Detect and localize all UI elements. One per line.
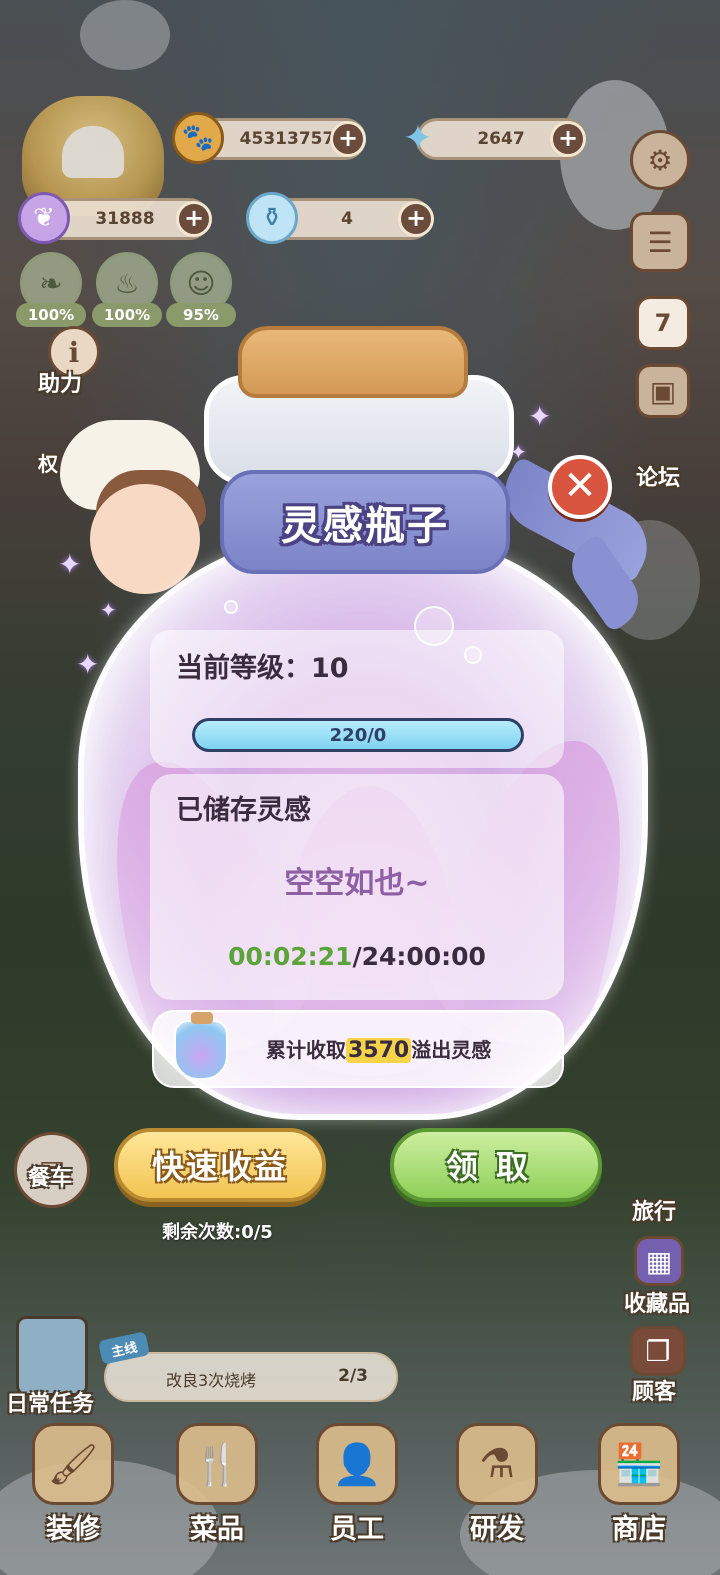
- claim-button[interactable]: 领取: [390, 1128, 602, 1202]
- customers-label[interactable]: 顾客: [632, 1374, 676, 1406]
- close-button[interactable]: ✕: [548, 455, 612, 519]
- nav-dishes-label: 菜品: [190, 1514, 244, 1545]
- assist-label[interactable]: 助力: [38, 366, 82, 398]
- level-panel: 当前等级：10 220/0: [150, 630, 564, 768]
- paw-coin-icon: 🐾: [172, 112, 224, 164]
- stored-inspiration-title: 已储存灵感: [176, 795, 311, 826]
- fast-earnings-button[interactable]: 快速收益: [114, 1128, 326, 1202]
- travel-label[interactable]: 旅行: [632, 1194, 676, 1226]
- remaining-count: 剩余次数:0/5: [162, 1222, 273, 1243]
- sparkle-icon: ✦: [76, 648, 100, 681]
- quest-progress: 2/3: [338, 1366, 368, 1386]
- staff-icon: 👤: [316, 1423, 398, 1505]
- cloche-stat-value: 100%: [92, 303, 162, 327]
- gem-amount: 2647: [477, 129, 525, 149]
- nav-research[interactable]: ⚗ 研发: [442, 1415, 552, 1565]
- inspiration-jar-icon: ⚱: [246, 192, 298, 244]
- research-icon: ⚗: [456, 1423, 538, 1505]
- overflow-collect-text: 累计收取3570 溢出灵感: [266, 1034, 491, 1063]
- timer-total: /24:00:00: [352, 942, 486, 971]
- collect-suffix: 溢出灵感: [411, 1038, 492, 1062]
- star-gem-icon: ✦: [402, 117, 434, 159]
- collect-amount: 3570: [346, 1038, 412, 1063]
- smile-stat-value: 95%: [166, 303, 236, 327]
- nav-staff-label: 员工: [330, 1514, 384, 1545]
- sparkle-icon: ✦: [528, 400, 552, 433]
- photo-frame-icon[interactable]: ▣: [636, 364, 690, 418]
- renovate-icon: 🖌: [32, 1423, 114, 1505]
- collect-prefix: 累计收取: [266, 1038, 346, 1062]
- collection-label[interactable]: 收藏品: [624, 1286, 690, 1318]
- add-feathers-button[interactable]: +: [176, 201, 212, 237]
- overflow-jar-icon: [174, 1012, 228, 1080]
- stored-empty-text: 空空如也~: [284, 866, 430, 901]
- nav-staff[interactable]: 👤 员工: [302, 1415, 412, 1565]
- list-menu-icon[interactable]: ☰: [630, 212, 690, 272]
- storage-timer: 00:02:21/24:00:00: [150, 942, 564, 971]
- daily-tasks-clipboard-icon[interactable]: [16, 1316, 88, 1396]
- jar-ribbon: 灵感瓶子: [220, 470, 510, 574]
- nav-renovate-label: 装修: [46, 1514, 100, 1545]
- sparkle-icon: ✦: [58, 548, 82, 581]
- settings-gear-icon[interactable]: ⚙: [630, 130, 690, 190]
- calendar-day: 7: [654, 309, 672, 337]
- nav-dishes[interactable]: 🍴 菜品: [162, 1415, 272, 1565]
- shop-icon: 🏪: [598, 1423, 680, 1505]
- main-quest-bar[interactable]: 改良3次烧烤 2/3: [104, 1352, 398, 1402]
- quest-name: 改良3次烧烤: [166, 1371, 257, 1390]
- calendar-icon[interactable]: 7: [636, 296, 690, 350]
- coin-amount: 45313757: [239, 129, 335, 149]
- current-level: 当前等级：10: [176, 653, 349, 684]
- leaf-stat-value: 100%: [16, 303, 86, 327]
- timer-elapsed: 00:02:21: [228, 942, 353, 971]
- add-gems-button[interactable]: +: [550, 121, 586, 157]
- nav-research-label: 研发: [470, 1514, 524, 1545]
- level-progress-label: 220/0: [329, 724, 387, 746]
- level-progress-bar: 220/0: [192, 718, 524, 752]
- feather-icon: ❦: [18, 192, 70, 244]
- feather-amount: 31888: [95, 209, 155, 229]
- dialog-title: 灵感瓶子: [281, 503, 449, 549]
- dishes-icon: 🍴: [176, 1423, 258, 1505]
- add-potions-button[interactable]: +: [398, 201, 434, 237]
- jar-cork: [238, 326, 468, 398]
- potion-amount: 4: [341, 209, 353, 229]
- stored-inspiration-panel: 已储存灵感 空空如也~ 00:02:21/24:00:00: [150, 774, 564, 1000]
- collection-icon[interactable]: ▦: [634, 1236, 684, 1286]
- nav-shop[interactable]: 🏪 商店: [584, 1415, 694, 1565]
- forum-label[interactable]: 论坛: [636, 460, 680, 492]
- add-coins-button[interactable]: +: [330, 121, 366, 157]
- daily-tasks-label[interactable]: 日常任务: [6, 1386, 94, 1418]
- sparkle-icon: ✦: [100, 598, 117, 622]
- overflow-collect-panel: 累计收取3570 溢出灵感: [152, 1010, 564, 1088]
- nav-renovate[interactable]: 🖌 装修: [18, 1415, 128, 1565]
- customers-book-icon[interactable]: ❐: [630, 1326, 686, 1376]
- nav-shop-label: 商店: [612, 1514, 666, 1545]
- dining-car-label[interactable]: 餐车: [28, 1160, 72, 1192]
- left-side-label-partial[interactable]: 权: [38, 448, 58, 477]
